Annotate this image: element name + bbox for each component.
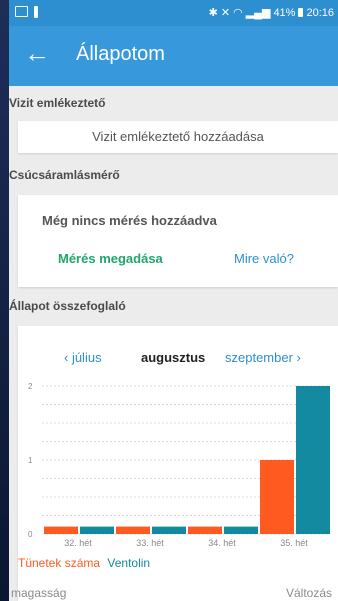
add-measurement-button[interactable]: Mérés megadása — [58, 251, 163, 266]
legend-symptoms: Tünetek száma — [18, 556, 101, 570]
bar-symptoms — [260, 460, 294, 534]
status-bar: ✱ ✕ ◠ ▂▄▆ 41% 20:16 — [9, 0, 338, 26]
what-for-link[interactable]: Mire való? — [234, 251, 294, 266]
footer-right-label: Változás — [285, 586, 332, 600]
bar-ventolin — [80, 526, 114, 534]
image-notification-icon — [15, 6, 28, 17]
app-screen: ✱ ✕ ◠ ▂▄▆ 41% 20:16 ← Állapotom Vizit em… — [9, 0, 338, 601]
chart-legend: Tünetek száma Ventolin — [18, 556, 150, 570]
arrow-left-icon[interactable]: ← — [24, 38, 50, 68]
bluetooth-icon: ✱ — [208, 7, 218, 19]
peak-flow-card: Még nincs mérés hozzáadva Mérés megadása… — [18, 195, 338, 287]
current-month: augusztus — [141, 350, 206, 365]
alert-notification-icon — [34, 6, 38, 18]
add-visit-reminder-label: Vizit emlékeztető hozzáadása — [92, 129, 264, 144]
summary-label: Állapot összefoglaló — [9, 299, 126, 313]
battery-percent: 41% — [273, 6, 296, 19]
bar-symptoms — [188, 526, 222, 534]
chart-y-ticks: 0 1 2 — [28, 382, 33, 539]
legend-ventolin: Ventolin — [107, 556, 151, 570]
x-tick-label: 33. hét — [136, 538, 164, 548]
visit-reminder-label: Vizit emlékeztető — [9, 96, 106, 110]
page-title: Állapotom — [76, 43, 165, 65]
battery-icon — [298, 8, 304, 17]
x-tick-label: 34. hét — [208, 538, 236, 548]
wifi-icon: ◠ — [233, 7, 243, 19]
y-tick-label: 2 — [28, 382, 33, 391]
summary-card: ‹ július augusztus szeptember › 0 1 2 32. … — [18, 326, 338, 601]
clock: 20:16 — [306, 6, 334, 19]
signal-icon: ▂▄▆ — [245, 7, 271, 19]
chart-x-ticks: 32. hét 33. hét 34. hét 35. hét — [64, 538, 308, 548]
peak-flow-label: Csúcsáramlásmérő — [9, 168, 120, 182]
bar-symptoms — [44, 526, 78, 534]
next-month-button[interactable]: szeptember › — [225, 350, 301, 365]
y-tick-label: 0 — [28, 530, 33, 539]
x-tick-label: 32. hét — [64, 538, 92, 548]
bar-symptoms — [116, 526, 150, 534]
bar-ventolin — [152, 526, 186, 534]
footer-left-label: magasság — [11, 586, 67, 600]
mute-icon: ✕ — [220, 7, 231, 19]
no-measurement-message: Még nincs mérés hozzáadva — [42, 213, 217, 228]
app-bar: ← Állapotom — [9, 26, 338, 86]
device-frame — [0, 0, 9, 601]
add-visit-reminder-button[interactable]: Vizit emlékeztető hozzáadása — [18, 121, 338, 153]
bar-ventolin — [224, 526, 258, 534]
y-tick-label: 1 — [28, 456, 33, 465]
bar-ventolin — [296, 386, 330, 534]
summary-chart: 0 1 2 32. hét 33. hét 34. hét 35. hét — [28, 382, 330, 548]
x-tick-label: 35. hét — [280, 538, 308, 548]
prev-month-button[interactable]: ‹ július — [64, 350, 102, 365]
